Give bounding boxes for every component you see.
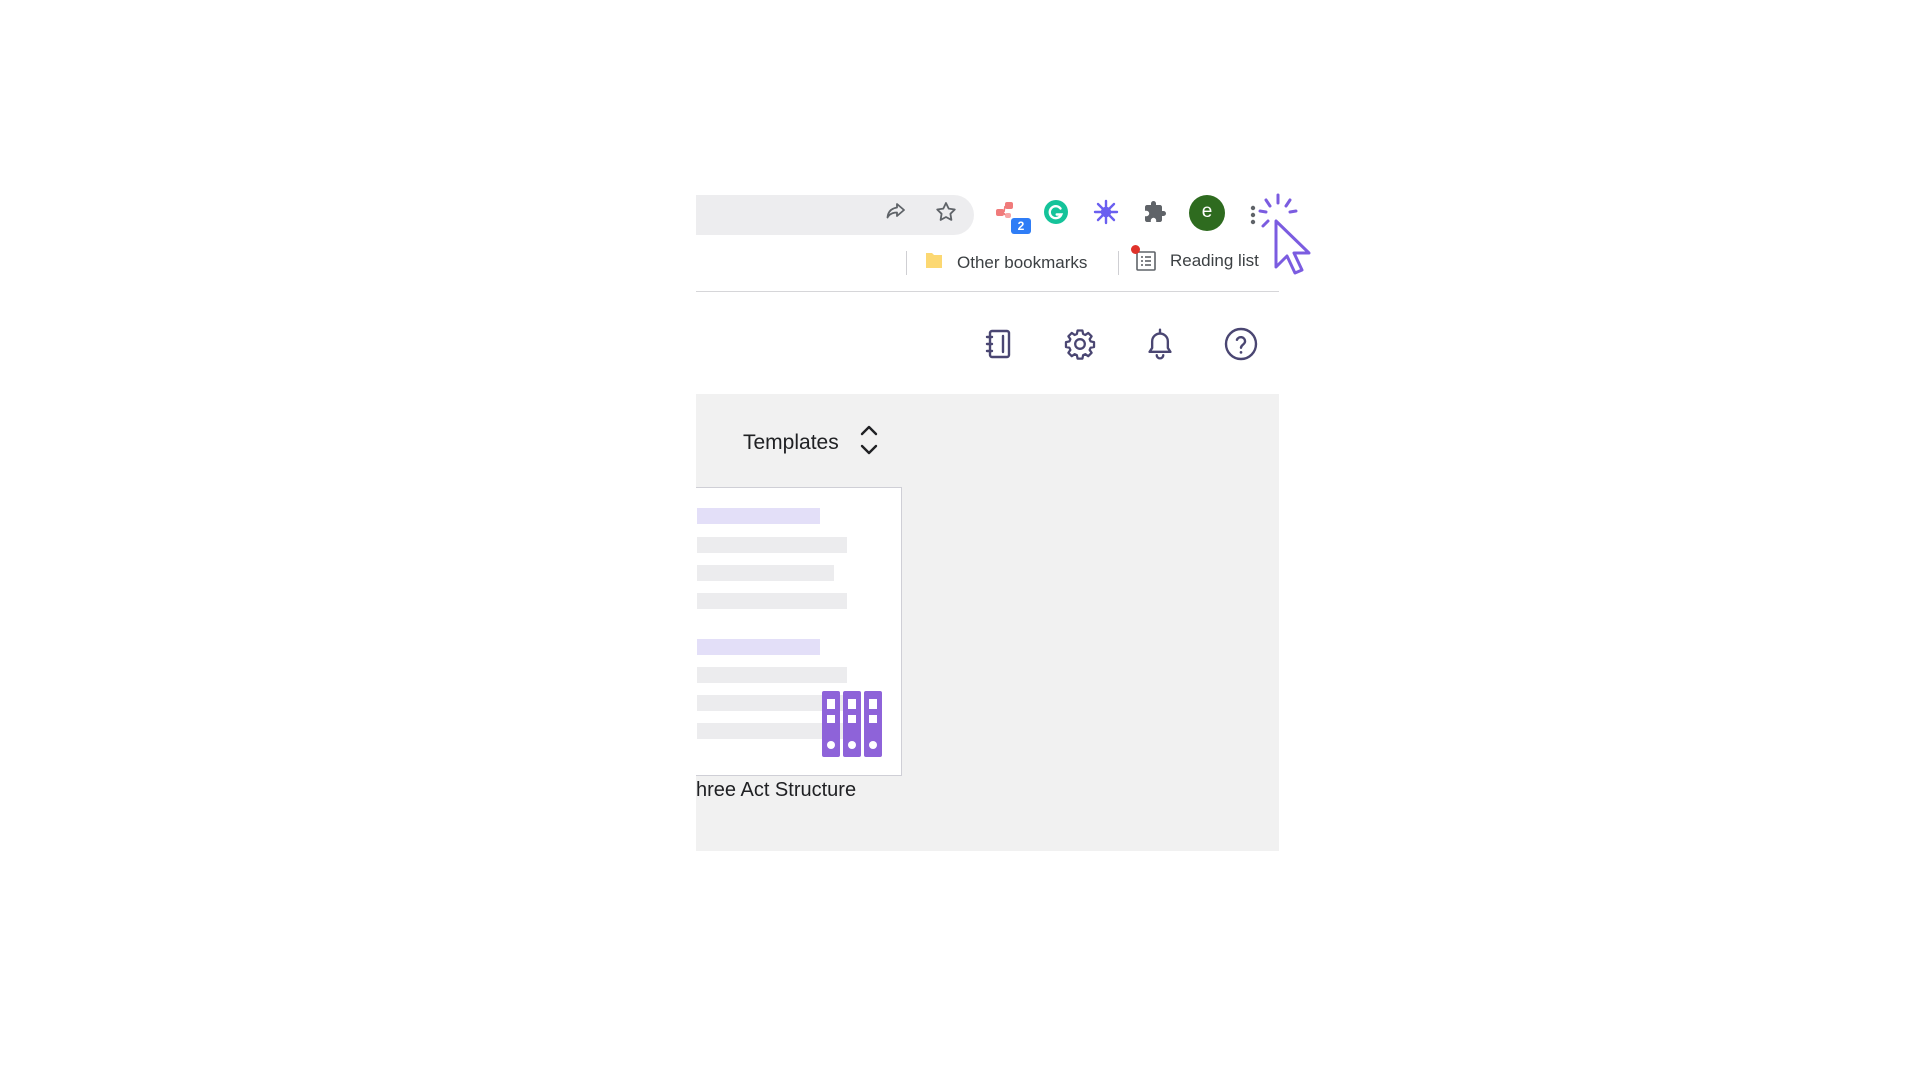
other-bookmarks[interactable]: Other bookmarks [923,249,1087,276]
thumbnail-heading-line [697,508,820,524]
sort-chevron-icon[interactable] [857,422,881,463]
reading-list-label: Reading list [1170,251,1259,270]
share-icon[interactable] [879,195,913,229]
thumbnail-text-line [697,565,834,581]
templates-sort-control[interactable]: Templates [743,422,881,463]
reading-list-icon [1131,245,1158,273]
three-binders-icon [822,691,882,762]
bookmark-star-icon[interactable] [929,195,963,229]
thumbnail-heading-line [697,639,820,655]
toolbar-divider [696,291,1279,292]
settings-gear-icon[interactable] [1058,322,1102,366]
avatar[interactable]: e [1189,195,1225,231]
asterisk-extension-icon[interactable] [1089,195,1123,229]
thumbnail-text-line [697,667,847,683]
extensions-puzzle-icon[interactable] [1138,195,1172,229]
folder-icon [923,249,945,276]
help-question-icon[interactable] [1219,322,1263,366]
thumbnail-text-line [697,593,847,609]
templates-label: Templates [743,430,839,454]
template-card-title[interactable]: hree Act Structure [696,779,856,802]
thumbnail-text-line [697,537,847,553]
extension-badge: 2 [1011,218,1031,234]
notification-bell-icon[interactable] [1138,322,1182,366]
viewport-crop-mask [0,0,696,1080]
template-card[interactable] [694,487,902,776]
bookmarks-separator [1118,251,1119,275]
bookmarks-separator [906,251,907,275]
other-bookmarks-label: Other bookmarks [957,252,1088,272]
grammarly-icon[interactable] [1039,195,1073,229]
magic-cursor-icon[interactable] [1248,193,1324,277]
notebook-icon[interactable] [977,322,1021,366]
reading-list[interactable]: Reading list [1131,245,1259,273]
